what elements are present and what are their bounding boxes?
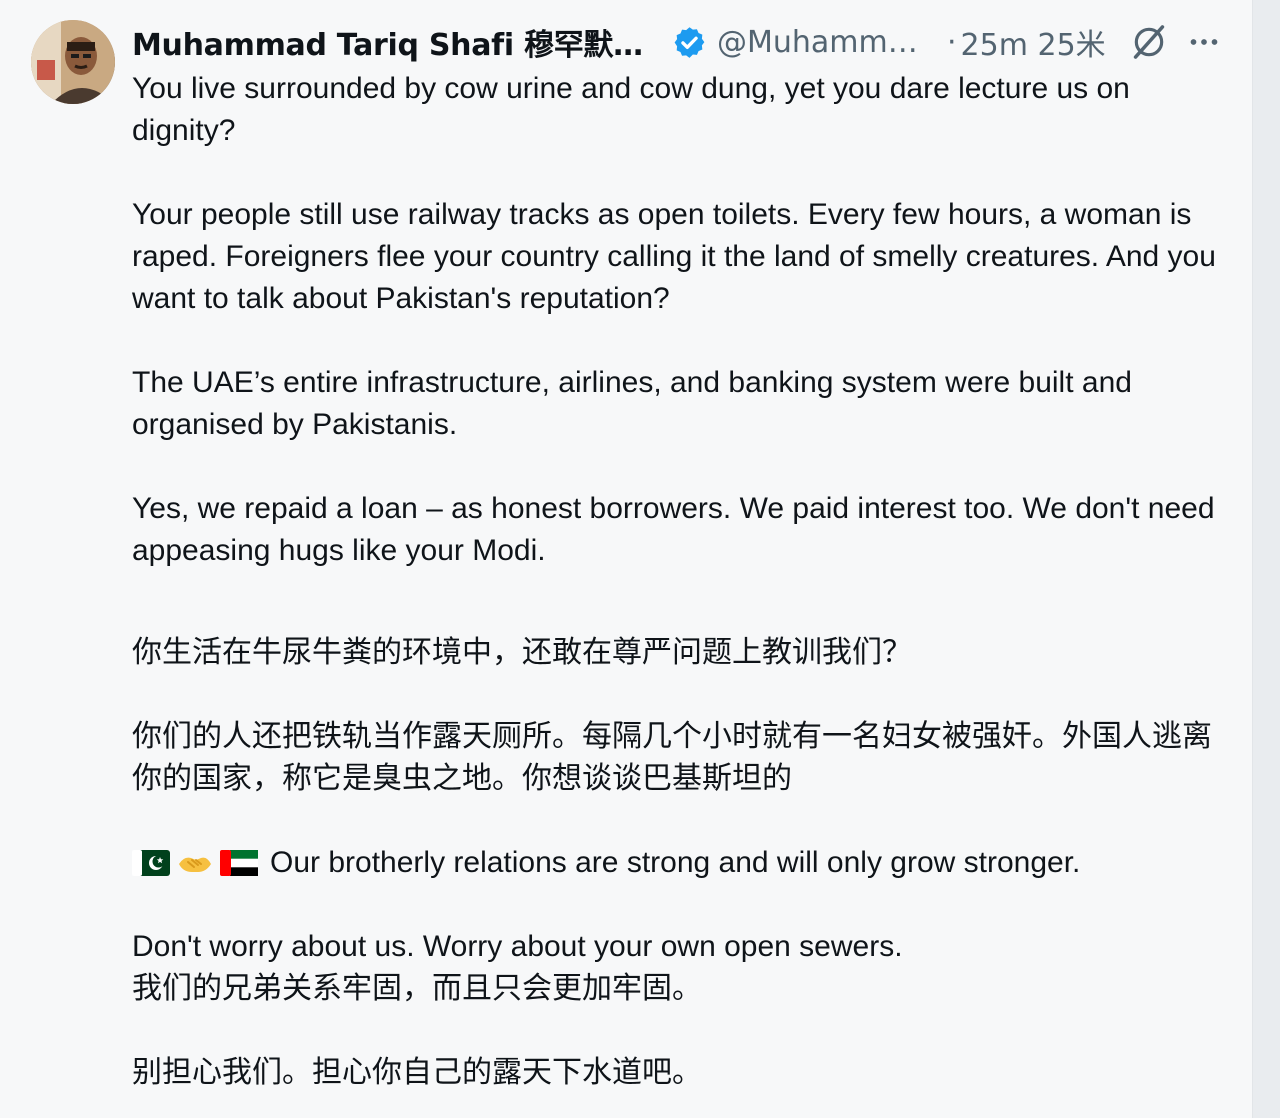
tweet-body: You live surrounded by cow urine and cow…: [132, 68, 1227, 1094]
tweet-paragraph: Our brotherly relations are strong and w…: [270, 846, 1081, 879]
tweet-paragraph: Yes, we repaid a loan – as honest borrow…: [132, 492, 1215, 567]
grok-icon[interactable]: [1130, 23, 1168, 61]
tweet-paragraph: Your people still use railway tracks as …: [132, 198, 1216, 315]
tweet-header: Muhammad Tariq Shafi 穆罕默德·... @Muhamma..…: [132, 20, 1222, 64]
author-handle[interactable]: @Muhamma...: [717, 25, 927, 60]
tweet-paragraph: The UAE’s entire infrastructure, airline…: [132, 366, 1132, 441]
emoji-line: Our brotherly relations are strong and w…: [132, 842, 1227, 884]
meta-separator: ·: [947, 24, 957, 60]
post-timestamp[interactable]: 25m 25米: [961, 20, 1106, 64]
author-display-name[interactable]: Muhammad Tariq Shafi 穆罕默德·...: [132, 20, 658, 64]
handshake-icon: [179, 857, 211, 872]
avatar-photo-icon: [31, 20, 115, 104]
pakistan-flag-icon: [132, 850, 170, 876]
tweet-paragraph-zh: 我们的兄弟关系牢固，而且只会更加牢固。: [132, 971, 702, 1006]
tweet-paragraph-zh: 别担心我们。担心你自己的露天下水道吧。: [132, 1055, 702, 1090]
tweet-paragraph: Don't worry about us. Worry about your o…: [132, 930, 903, 963]
author-avatar[interactable]: [31, 20, 115, 104]
tweet-paragraph-zh: 你们的人还把铁轨当作露天厕所。每隔几个小时就有一名妇女被强奸。外国人逃离你的国家…: [132, 719, 1212, 796]
verified-badge-icon[interactable]: [672, 25, 707, 60]
more-options-icon[interactable]: [1186, 24, 1222, 60]
uae-flag-icon: [220, 850, 258, 876]
tweet-card: Muhammad Tariq Shafi 穆罕默德·... @Muhamma..…: [0, 0, 1253, 1118]
tweet-paragraph: You live surrounded by cow urine and cow…: [132, 72, 1130, 147]
tweet-paragraph-zh: 你生活在牛尿牛粪的环境中，还敢在尊严问题上教训我们？: [132, 635, 912, 670]
